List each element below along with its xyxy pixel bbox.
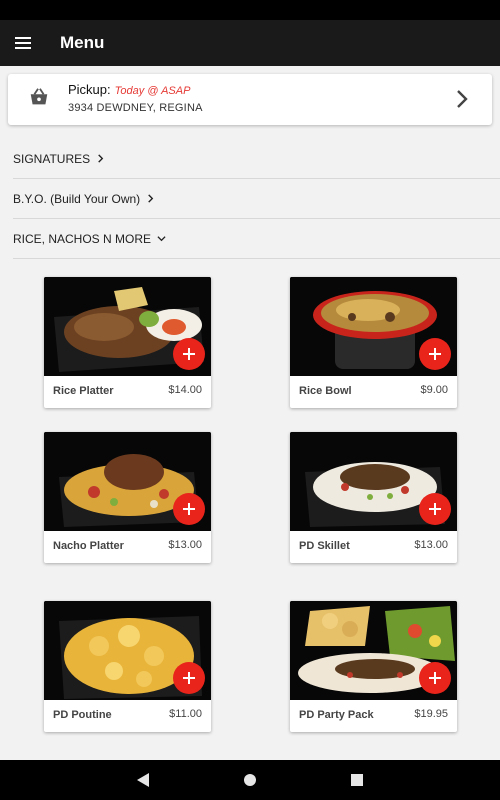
product-name: Nacho Platter [53,540,124,552]
pickup-line: Pickup: Today @ ASAP [68,82,190,97]
product-price: $13.00 [414,539,448,551]
home-icon[interactable] [243,772,257,788]
product-info: PD Poutine $11.00 [44,700,211,732]
status-bar [0,0,500,20]
product-price: $9.00 [420,384,448,396]
chevron-down-icon [157,236,166,242]
category-label: RICE, NACHOS N MORE [13,231,152,246]
category-signatures[interactable]: SIGNATURES [13,139,500,179]
product-name: Rice Platter [53,385,114,397]
category-rice-nachos[interactable]: RICE, NACHOS N MORE [13,219,500,259]
app-bar: Menu [0,20,500,66]
add-to-cart-button[interactable] [419,338,451,370]
product-card-nacho-platter[interactable]: Nacho Platter $13.00 [44,432,211,563]
chevron-right-icon [148,194,154,203]
add-to-cart-button[interactable] [173,338,205,370]
product-info: Rice Bowl $9.00 [290,376,457,408]
page-title: Menu [60,33,105,52]
plus-icon [183,503,195,515]
plus-icon [183,672,195,684]
product-price: $19.95 [414,708,448,720]
product-image [290,432,457,531]
product-image [290,601,457,700]
product-info: PD Skillet $13.00 [290,531,457,563]
plus-icon [183,348,195,360]
category-byo[interactable]: B.Y.O. (Build Your Own) [13,179,500,219]
add-to-cart-button[interactable] [173,662,205,694]
add-to-cart-button[interactable] [419,493,451,525]
pickup-address: 3934 DEWDNEY, REGINA [68,102,203,114]
product-card-rice-platter[interactable]: Rice Platter $14.00 [44,277,211,408]
pickup-label: Pickup: [68,82,111,97]
product-card-pd-skillet[interactable]: PD Skillet $13.00 [290,432,457,563]
product-image [44,277,211,376]
hamburger-menu-icon[interactable] [12,31,36,55]
plus-icon [429,672,441,684]
category-label: B.Y.O. (Build Your Own) [13,191,141,206]
product-info: Nacho Platter $13.00 [44,531,211,563]
pickup-card[interactable]: Pickup: Today @ ASAP 3934 DEWDNEY, REGINA [8,74,492,125]
product-image [44,432,211,531]
product-name: PD Poutine [53,709,112,721]
chevron-right-icon [98,154,104,163]
product-price: $14.00 [168,384,202,396]
basket-icon [30,88,48,105]
product-card-pd-party-pack[interactable]: PD Party Pack $19.95 [290,601,457,732]
product-info: PD Party Pack $19.95 [290,700,457,732]
product-info: Rice Platter $14.00 [44,376,211,408]
add-to-cart-button[interactable] [419,662,451,694]
add-to-cart-button[interactable] [173,493,205,525]
chevron-right-icon [457,90,468,108]
recents-icon[interactable] [350,772,364,788]
product-image [44,601,211,700]
back-icon[interactable] [136,772,150,788]
category-label: SIGNATURES [13,151,91,166]
product-price: $11.00 [169,708,202,720]
system-navigation-bar [0,760,500,800]
pickup-time: Today @ ASAP [114,85,191,97]
product-card-rice-bowl[interactable]: Rice Bowl $9.00 [290,277,457,408]
product-name: PD Skillet [299,540,350,552]
plus-icon [429,503,441,515]
product-name: PD Party Pack [299,709,374,721]
plus-icon [429,348,441,360]
product-card-pd-poutine[interactable]: PD Poutine $11.00 [44,601,211,732]
product-price: $13.00 [168,539,202,551]
product-image [290,277,457,376]
product-name: Rice Bowl [299,385,352,397]
